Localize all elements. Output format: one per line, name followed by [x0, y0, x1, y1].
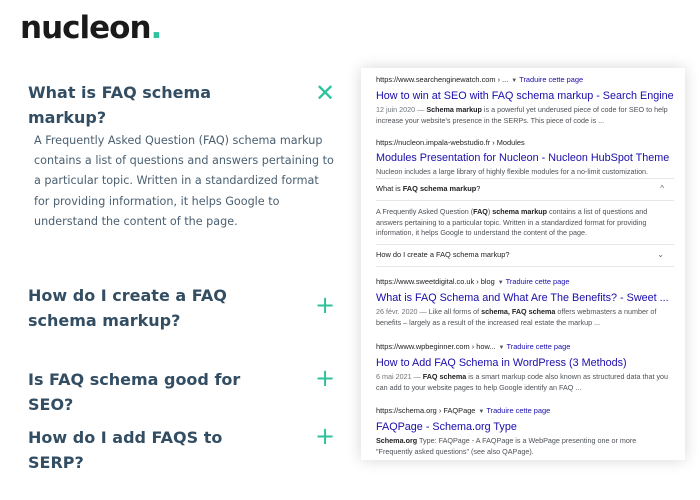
caret-down-icon: ▼	[511, 78, 518, 84]
serp-screenshot: https://www.searchenginewatch.com › ... ▼…	[361, 68, 685, 460]
faq-question-good-for-seo[interactable]: Is FAQ schema good for SEO?	[28, 367, 268, 417]
result-url[interactable]: https://schema.org › FAQPage ▼ Traduire ce…	[376, 406, 674, 417]
caret-down-icon: ▼	[498, 345, 505, 351]
divider	[376, 200, 674, 201]
close-icon[interactable]: ✕	[314, 81, 336, 105]
paa-question[interactable]: How do I create a FAQ schema markup? ⌄	[376, 244, 674, 266]
result-title[interactable]: Modules Presentation for Nucleon - Nucle…	[376, 151, 674, 166]
result-title[interactable]: What is FAQ Schema and What Are The Bene…	[376, 291, 674, 306]
result-url[interactable]: https://www.sweetdigital.co.uk › blog ▼ Tr…	[376, 277, 674, 288]
paa-answer: A Frequently Asked Question (FAQ) schema…	[376, 207, 648, 237]
search-result: https://nucleon.impala-webstudio.fr › Mo…	[376, 138, 674, 178]
faq-question-what-is[interactable]: What is FAQ schema markup?	[28, 80, 268, 130]
result-title[interactable]: How to win at SEO with FAQ schema markup…	[376, 89, 674, 104]
search-result: https://www.sweetdigital.co.uk › blog ▼ Tr…	[376, 277, 674, 328]
result-title[interactable]: How to Add FAQ Schema in WordPress (3 Me…	[376, 356, 674, 371]
caret-down-icon: ▼	[478, 409, 485, 415]
chevron-up-icon[interactable]: ^	[660, 178, 664, 200]
search-result: https://www.wpbeginner.com › how... ▼ Trad…	[376, 342, 674, 393]
result-snippet: 12 juin 2020 — Schema markup is a powerf…	[376, 105, 668, 125]
result-title[interactable]: FAQPage - Schema.org Type	[376, 420, 674, 435]
paa-item: How do I create a FAQ schema markup? ⌄	[376, 244, 674, 266]
faq-question-how-create[interactable]: How do I create a FAQ schema markup?	[28, 283, 268, 333]
result-snippet: 26 févr. 2020 — Like all forms of schema…	[376, 307, 657, 327]
search-result: https://schema.org › FAQPage ▼ Traduire ce…	[376, 406, 674, 457]
result-snippet: Schema.org Type: FAQPage - A FAQPage is …	[376, 436, 637, 456]
translate-link[interactable]: Traduire cette page	[506, 277, 570, 286]
result-url[interactable]: https://nucleon.impala-webstudio.fr › Mo…	[376, 138, 674, 148]
faq-answer: A Frequently Asked Question (FAQ) schema…	[34, 134, 334, 228]
result-url[interactable]: https://www.wpbeginner.com › how... ▼ Trad…	[376, 342, 674, 353]
translate-link[interactable]: Traduire cette page	[486, 406, 550, 415]
plus-icon[interactable]: +	[314, 366, 336, 390]
translate-link[interactable]: Traduire cette page	[507, 342, 571, 351]
paa-item-expanded: What is FAQ schema markup? ^	[376, 178, 674, 200]
chevron-down-icon[interactable]: ⌄	[657, 244, 664, 266]
plus-icon[interactable]: +	[314, 424, 336, 448]
plus-icon[interactable]: +	[314, 293, 336, 317]
caret-down-icon: ▼	[497, 280, 504, 286]
faq-question-add-to-serp[interactable]: How do I add FAQS to SERP?	[28, 425, 268, 475]
result-snippet: 6 mai 2021 — FAQ schema is a smart marku…	[376, 372, 669, 392]
result-url[interactable]: https://www.searchenginewatch.com › ... ▼…	[376, 75, 674, 86]
divider	[376, 266, 674, 267]
paa-question[interactable]: What is FAQ schema markup? ^	[376, 178, 674, 200]
result-snippet: Nucleon includes a large library of high…	[376, 167, 649, 176]
translate-link[interactable]: Traduire cette page	[519, 75, 583, 84]
faq-accordion: What is FAQ schema markup? ✕ A Frequentl…	[0, 0, 350, 500]
search-result: https://www.searchenginewatch.com › ... ▼…	[376, 75, 674, 126]
